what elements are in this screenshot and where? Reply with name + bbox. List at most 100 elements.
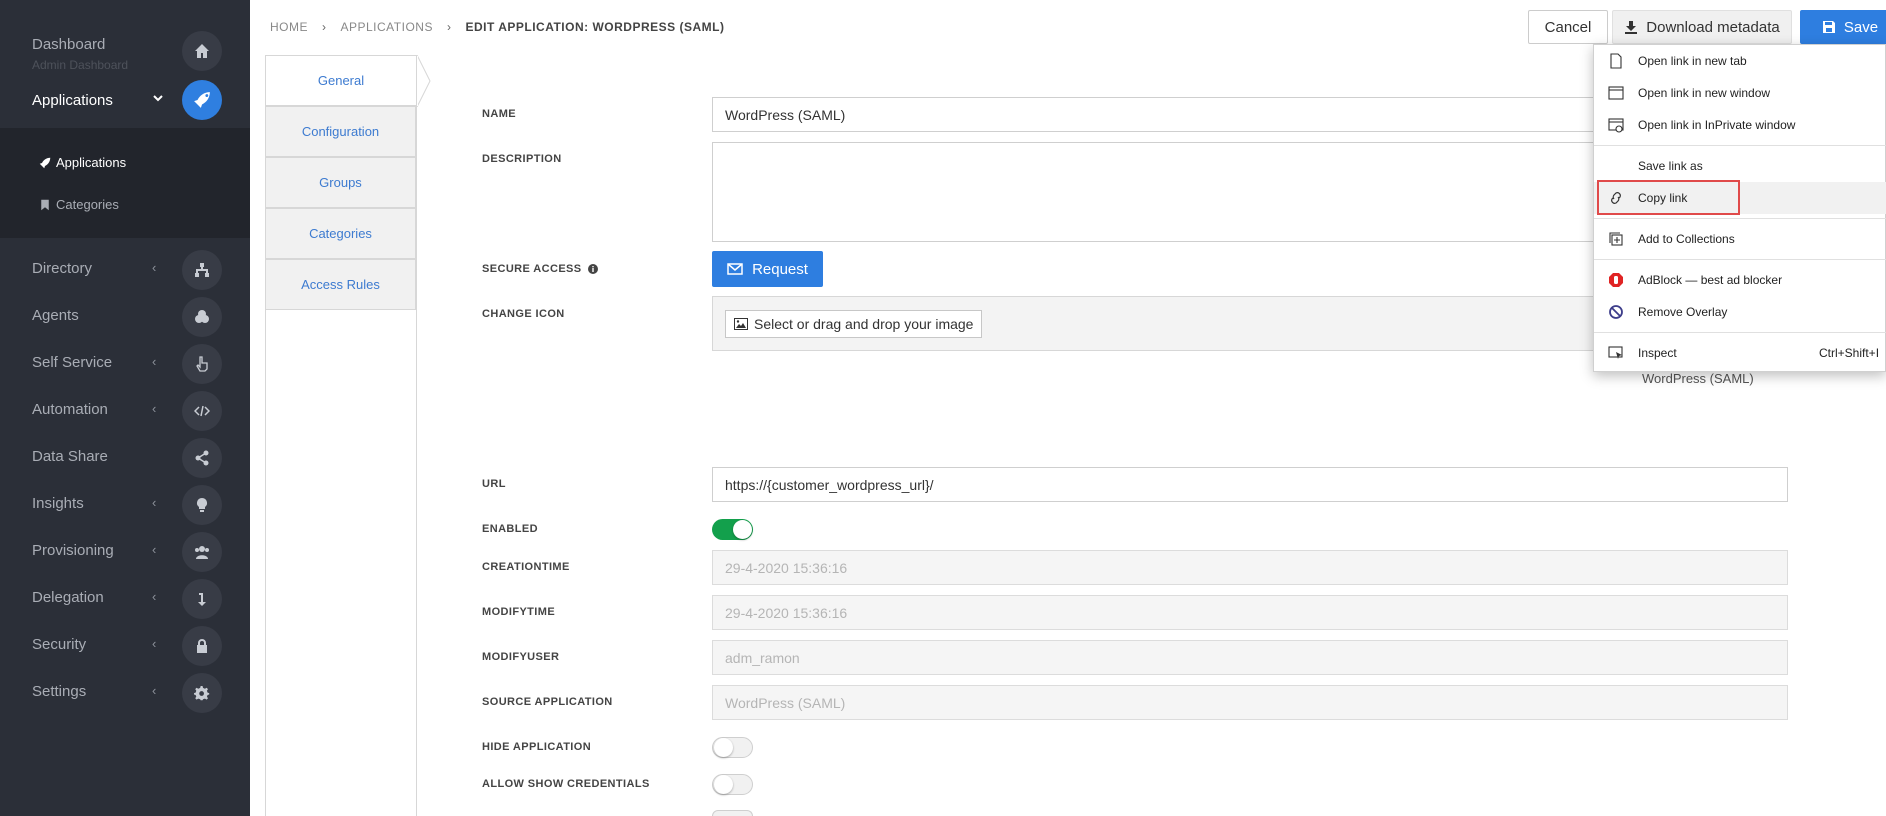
ctx-add-to-collections[interactable]: Add to Collections (1594, 223, 1886, 255)
modifyuser-label: MODIFYUSER (482, 651, 560, 663)
chevron-left-icon: ‹ (152, 401, 157, 416)
users-icon (182, 532, 222, 572)
ctx-label: Open link in InPrivate window (1638, 118, 1796, 132)
select-image-button[interactable]: Select or drag and drop your image (725, 310, 983, 338)
creationtime-label: CREATIONTIME (482, 561, 570, 573)
hide-application-label: HIDE APPLICATION (482, 741, 592, 753)
url-input[interactable]: https://{customer_wordpress_url}/ (712, 467, 1788, 502)
ctx-separator (1594, 145, 1886, 146)
tab-configuration[interactable]: Configuration (265, 106, 416, 157)
sidebar-item-dashboard[interactable]: Dashboard (32, 36, 105, 53)
enabled-toggle[interactable] (712, 519, 753, 540)
sidebar-subitem-label: Categories (56, 197, 119, 212)
ctx-separator (1594, 218, 1886, 219)
code-icon (182, 391, 222, 431)
remove-overlay-icon (1609, 305, 1623, 319)
chevron-left-icon: ‹ (152, 260, 157, 275)
tab-categories[interactable]: Categories (265, 208, 416, 259)
inprivate-icon (1608, 118, 1624, 133)
allow-show-credentials-toggle[interactable] (712, 774, 753, 795)
ctx-label: Save link as (1638, 159, 1703, 173)
download-button-label: Download metadata (1646, 18, 1780, 36)
chevron-left-icon: ‹ (152, 495, 157, 510)
bookmark-icon (41, 199, 49, 210)
active-tab-arrow (417, 55, 431, 107)
ctx-save-link-as[interactable]: Save link as (1594, 150, 1886, 182)
sidebar-item-label: Self Service (32, 354, 113, 371)
tab-general[interactable]: General (265, 55, 416, 106)
sidebar-item-label: Security (32, 636, 87, 653)
sidebar-item-data-share[interactable]: Data Share (0, 434, 250, 481)
ctx-inspect[interactable]: Inspect Ctrl+Shift+I (1594, 337, 1886, 369)
share-icon (182, 438, 222, 478)
toggle-knob (733, 520, 752, 539)
sidebar-item-label: Directory (32, 260, 93, 277)
cancel-button[interactable]: Cancel (1528, 10, 1608, 44)
sidebar-item-delegation[interactable]: Delegation ‹ (0, 575, 250, 622)
ctx-label: Open link in new window (1638, 86, 1771, 100)
secure-access-label-row: SECURE ACCESS (482, 263, 598, 275)
sidebar-item-self-service[interactable]: Self Service ‹ (0, 340, 250, 387)
sidebar-item-security[interactable]: Security ‹ (0, 622, 250, 669)
ctx-separator (1594, 332, 1886, 333)
ctx-remove-overlay[interactable]: Remove Overlay (1594, 296, 1886, 328)
sidebar-item-directory[interactable]: Directory ‹ (0, 246, 250, 293)
ctx-open-inprivate[interactable]: Open link in InPrivate window (1594, 109, 1886, 141)
modifytime-label: MODIFYTIME (482, 606, 556, 618)
source-application-label: SOURCE APPLICATION (482, 696, 613, 708)
copy-link-highlight-box (1597, 180, 1740, 215)
toggle-knob (714, 738, 733, 757)
breadcrumb-separator: › (446, 20, 452, 34)
sidebar-item-settings[interactable]: Settings ‹ (0, 669, 250, 716)
download-icon (1625, 21, 1638, 34)
ctx-label: Add to Collections (1638, 232, 1735, 246)
sidebar-item-provisioning[interactable]: Provisioning ‹ (0, 528, 250, 575)
ctx-label: AdBlock — best ad blocker (1638, 273, 1783, 287)
lock-icon (182, 626, 222, 666)
cogs-icon (182, 297, 222, 337)
image-icon (734, 318, 748, 330)
allow-show-credentials-label: ALLOW SHOW CREDENTIALS (482, 778, 650, 790)
chevron-left-icon: ‹ (152, 683, 157, 698)
ctx-shortcut: Ctrl+Shift+I (1819, 346, 1880, 360)
sidebar-subitem-categories[interactable]: Categories (39, 197, 119, 212)
sidebar-item-label: Agents (32, 307, 79, 324)
breadcrumb-current: EDIT APPLICATION: WORDPRESS (SAML) (465, 20, 725, 34)
download-metadata-button[interactable]: Download metadata (1612, 10, 1792, 44)
info-icon[interactable] (587, 264, 598, 274)
breadcrumb-home[interactable]: HOME (270, 20, 308, 34)
ctx-adblock[interactable]: AdBlock — best ad blocker (1594, 264, 1886, 296)
adblock-icon (1609, 273, 1623, 287)
next-toggle-partial[interactable] (712, 810, 753, 816)
sidebar-item-agents[interactable]: Agents (0, 293, 250, 340)
breadcrumb-separator: › (322, 20, 327, 34)
inspect-icon (1608, 346, 1623, 359)
tab-groups[interactable]: Groups (265, 157, 416, 208)
sidebar-item-label: Insights (32, 495, 84, 512)
secure-access-label: SECURE ACCESS (482, 263, 582, 275)
sidebar-item-label: Delegation (32, 589, 104, 606)
rocket-icon[interactable] (182, 80, 222, 120)
sidebar-item-applications[interactable]: Applications (32, 92, 113, 109)
save-button[interactable]: Save (1800, 10, 1886, 44)
breadcrumb-applications[interactable]: APPLICATIONS (341, 20, 433, 34)
level-down-icon (182, 579, 222, 619)
sidebar-subitem-applications[interactable]: Applications (39, 155, 126, 170)
sidebar-item-insights[interactable]: Insights ‹ (0, 481, 250, 528)
hide-application-toggle[interactable] (712, 737, 753, 758)
ctx-open-new-tab[interactable]: Open link in new tab (1594, 45, 1886, 77)
request-button[interactable]: Request (712, 251, 823, 287)
sitemap-icon (182, 250, 222, 290)
sidebar-item-label: Settings (32, 683, 87, 700)
tab-access-rules[interactable]: Access Rules (265, 259, 416, 310)
sidebar-item-automation[interactable]: Automation ‹ (0, 387, 250, 434)
icon-caption: WordPress (SAML) (1642, 371, 1754, 386)
ctx-label: Remove Overlay (1638, 305, 1728, 319)
home-icon[interactable] (182, 31, 222, 71)
chevron-down-icon[interactable] (152, 92, 164, 107)
sidebar-item-dashboard-subtitle: Admin Dashboard (32, 58, 129, 72)
change-icon-label: CHANGE ICON (482, 308, 565, 320)
sidebar-item-label: Provisioning (32, 542, 114, 559)
chevron-left-icon: ‹ (152, 354, 157, 369)
ctx-open-new-window[interactable]: Open link in new window (1594, 77, 1886, 109)
